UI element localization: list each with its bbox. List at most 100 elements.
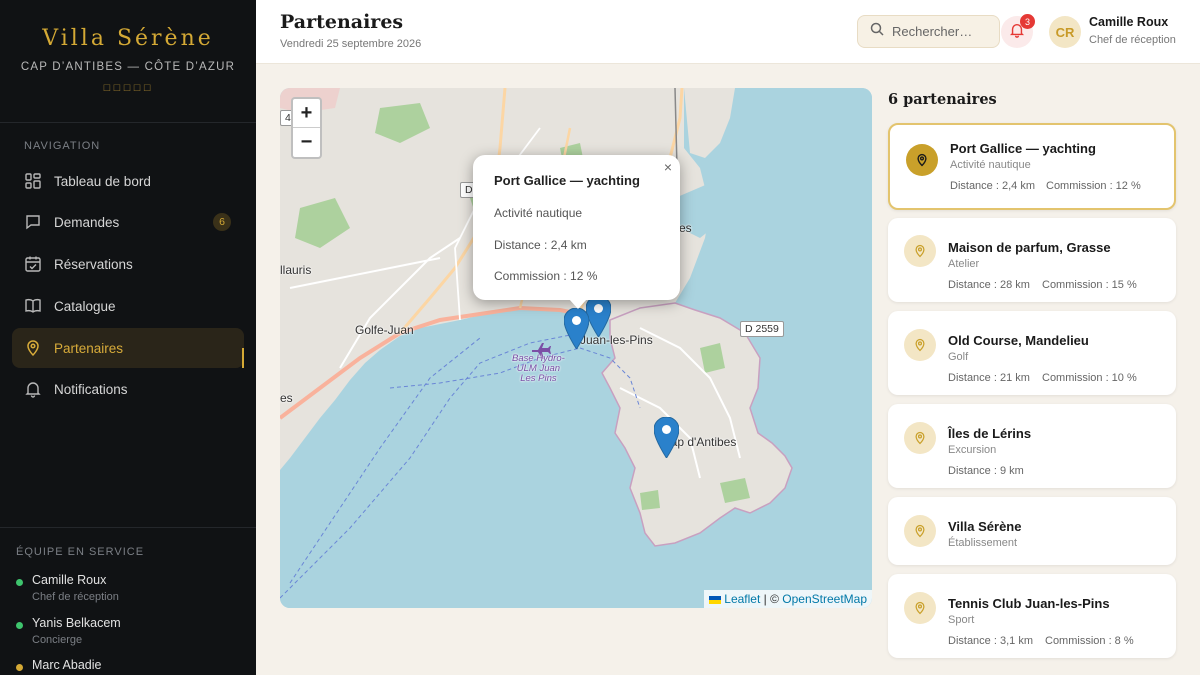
- leaflet-link[interactable]: Leaflet: [724, 592, 760, 606]
- page-date: Vendredi 25 septembre 2026: [280, 38, 422, 50]
- map-label-golfe-juan: Golfe-Juan: [355, 323, 414, 337]
- partner-name: Îles de Lérins: [948, 426, 1032, 441]
- member-name: Marc Abadie: [32, 658, 102, 672]
- member-name: Camille Roux: [32, 573, 107, 587]
- map-marker[interactable]: [653, 416, 680, 459]
- user-name: Camille Roux: [1089, 15, 1169, 29]
- partner-category: Atelier: [948, 258, 980, 270]
- map-marker[interactable]: [585, 295, 612, 338]
- partner-card[interactable]: Maison de parfum, Grasse Atelier Distanc…: [888, 218, 1176, 302]
- notification-count-badge: 3: [1020, 14, 1035, 29]
- status-dot: [16, 664, 23, 671]
- osm-link[interactable]: OpenStreetMap: [782, 592, 867, 606]
- team-on-duty: ÉQUIPE EN SERVICE: [0, 527, 256, 558]
- search-box[interactable]: [857, 15, 1000, 48]
- search-icon: [870, 22, 884, 41]
- partner-commission: Commission : 15 %: [1042, 279, 1137, 291]
- partner-name: Maison de parfum, Grasse: [948, 240, 1111, 255]
- member-role: Concierge: [32, 634, 83, 646]
- avatar[interactable]: CR: [1049, 16, 1081, 48]
- sidebar: Villa Sérène CAP D’ANTIBES — CÔTE D’AZUR…: [0, 0, 256, 675]
- status-dot: [16, 622, 23, 629]
- partner-name: Villa Sérène: [948, 519, 1022, 534]
- map-pin-icon: [904, 515, 936, 547]
- partner-distance: Distance : 2,4 km: [950, 180, 1035, 192]
- dashboard-icon: [24, 172, 42, 190]
- map-pin-icon: [904, 422, 936, 454]
- partner-commission: Commission : 12 %: [1046, 180, 1141, 192]
- sidebar-item-label: Demandes: [54, 214, 120, 230]
- partner-distance: Distance : 3,1 km: [948, 635, 1033, 647]
- page-title: Partenaires: [280, 11, 404, 33]
- calendar-check-icon: [24, 255, 42, 273]
- map-label-west: es: [280, 391, 293, 405]
- map-attribution: Leaflet | © OpenStreetMap: [703, 590, 872, 608]
- search-input[interactable]: [892, 24, 992, 39]
- partner-category: Activité nautique: [950, 159, 1031, 171]
- requests-count-badge: 6: [213, 213, 231, 231]
- popup-distance: Distance : 2,4 km: [494, 238, 587, 252]
- partner-category: Sport: [948, 614, 975, 626]
- zoom-in-button[interactable]: +: [293, 99, 320, 128]
- brand-subtitle: CAP D’ANTIBES — CÔTE D’AZUR: [20, 61, 236, 73]
- top-header: Partenaires Vendredi 25 septembre 2026 3…: [256, 0, 1200, 64]
- partner-card[interactable]: Îles de Lérins Excursion Distance : 9 km: [888, 404, 1176, 488]
- sidebar-item-tableau-de-bord[interactable]: Tableau de bord: [12, 161, 244, 201]
- popup-close-button[interactable]: ×: [664, 159, 672, 175]
- map-label-base-hydro: Base Hydro- ULM Juan Les Pins: [512, 353, 565, 384]
- map-pin-icon: [906, 144, 938, 176]
- member-name: Yanis Belkacem: [32, 616, 121, 630]
- partner-commission: Commission : 8 %: [1045, 635, 1134, 647]
- partner-name: Old Course, Mandelieu: [948, 333, 1089, 348]
- partner-card[interactable]: Old Course, Mandelieu Golf Distance : 21…: [888, 311, 1176, 395]
- sidebar-item-label: Réservations: [54, 256, 133, 272]
- bell-icon: [24, 380, 42, 398]
- sidebar-item-catalogue[interactable]: Catalogue: [12, 286, 244, 326]
- map-pin-icon: [24, 339, 42, 357]
- popup-commission: Commission : 12 %: [494, 269, 598, 283]
- partner-name: Tennis Club Juan-les-Pins: [948, 596, 1110, 611]
- partners-map[interactable]: Golfe-Juan Juan-les-Pins Cap d'Antibes l…: [280, 88, 872, 608]
- brand: Villa Sérène CAP D’ANTIBES — CÔTE D’AZUR…: [0, 0, 256, 123]
- map-pin-icon: [904, 592, 936, 624]
- partner-commission: Commission : 10 %: [1042, 372, 1137, 384]
- partner-category: Golf: [948, 351, 969, 363]
- partner-card[interactable]: Tennis Club Juan-les-Pins Sport Distance…: [888, 574, 1176, 658]
- popup-category: Activité nautique: [494, 206, 583, 220]
- user-role: Chef de réception: [1089, 34, 1176, 46]
- sidebar-item-label: Tableau de bord: [54, 173, 151, 189]
- partner-category: Établissement: [948, 537, 1018, 549]
- partner-card[interactable]: Port Gallice — yachting Activité nautiqu…: [888, 123, 1176, 210]
- book-icon: [24, 297, 42, 315]
- sidebar-item-notifications[interactable]: Notifications: [12, 369, 244, 409]
- attribution-separator: | ©: [763, 592, 779, 606]
- popup-title: Port Gallice — yachting: [494, 173, 640, 188]
- chat-icon: [24, 213, 42, 231]
- partner-distance: Distance : 9 km: [948, 465, 1024, 477]
- ukraine-flag-icon: [708, 595, 721, 604]
- member-role: Chef de réception: [32, 591, 119, 603]
- sidebar-item-reservations[interactable]: Réservations: [12, 244, 244, 284]
- sidebar-item-label: Catalogue: [54, 298, 116, 314]
- zoom-control: + −: [291, 97, 322, 159]
- brand-stars: ☐☐☐☐☐: [102, 83, 154, 93]
- partners-count-title: 6 partenaires: [888, 91, 997, 108]
- sidebar-item-label: Notifications: [54, 381, 128, 397]
- partner-card[interactable]: Villa Sérène Établissement: [888, 497, 1176, 565]
- road-shield-d2559: D 2559: [740, 321, 784, 337]
- sidebar-item-partenaires[interactable]: Partenaires: [12, 328, 244, 368]
- map-pin-icon: [904, 329, 936, 361]
- status-dot: [16, 579, 23, 586]
- map-label-antibes: es: [679, 221, 692, 235]
- map-pin-icon: [904, 235, 936, 267]
- team-title: ÉQUIPE EN SERVICE: [16, 546, 145, 558]
- map-marker[interactable]: [563, 307, 590, 350]
- zoom-out-button[interactable]: −: [293, 128, 320, 157]
- partner-distance: Distance : 21 km: [948, 372, 1030, 384]
- map-popup: × Port Gallice — yachting Activité nauti…: [473, 155, 680, 309]
- map-label-vallauris: llauris: [280, 263, 312, 277]
- sidebar-item-demandes[interactable]: Demandes 6: [12, 202, 244, 242]
- sidebar-item-label: Partenaires: [54, 340, 124, 356]
- partner-name: Port Gallice — yachting: [950, 141, 1096, 156]
- partner-category: Excursion: [948, 444, 997, 456]
